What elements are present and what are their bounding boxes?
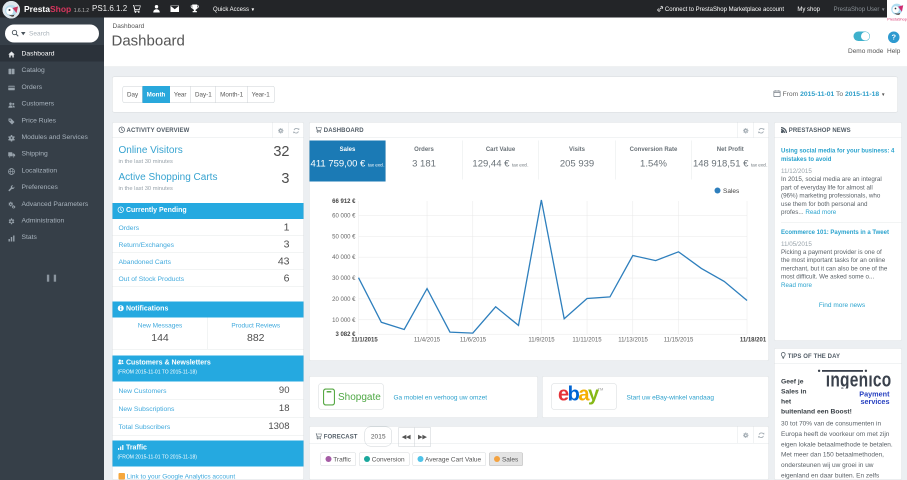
svg-text:20 000 €: 20 000 € xyxy=(332,297,356,303)
svg-text:10 000 €: 10 000 € xyxy=(332,318,356,324)
svg-text:11/11/2015: 11/11/2015 xyxy=(572,338,602,344)
svg-text:11/4/2015: 11/4/2015 xyxy=(414,338,441,344)
svg-text:60 000 €: 60 000 € xyxy=(332,214,356,220)
svg-text:11/9/2015: 11/9/2015 xyxy=(528,338,555,344)
svg-text:11/6/2015: 11/6/2015 xyxy=(460,338,487,344)
svg-text:50 000 €: 50 000 € xyxy=(332,235,356,241)
svg-text:30 000 €: 30 000 € xyxy=(332,276,356,282)
svg-text:11/1/2015: 11/1/2015 xyxy=(351,338,378,344)
svg-text:11/15/2015: 11/15/2015 xyxy=(664,338,694,344)
svg-text:66 912 €: 66 912 € xyxy=(332,199,356,205)
svg-text:11/18/201: 11/18/201 xyxy=(740,338,767,344)
svg-text:Sales: Sales xyxy=(723,188,740,195)
svg-text:11/13/2015: 11/13/2015 xyxy=(618,338,648,344)
svg-text:40 000 €: 40 000 € xyxy=(332,255,356,261)
